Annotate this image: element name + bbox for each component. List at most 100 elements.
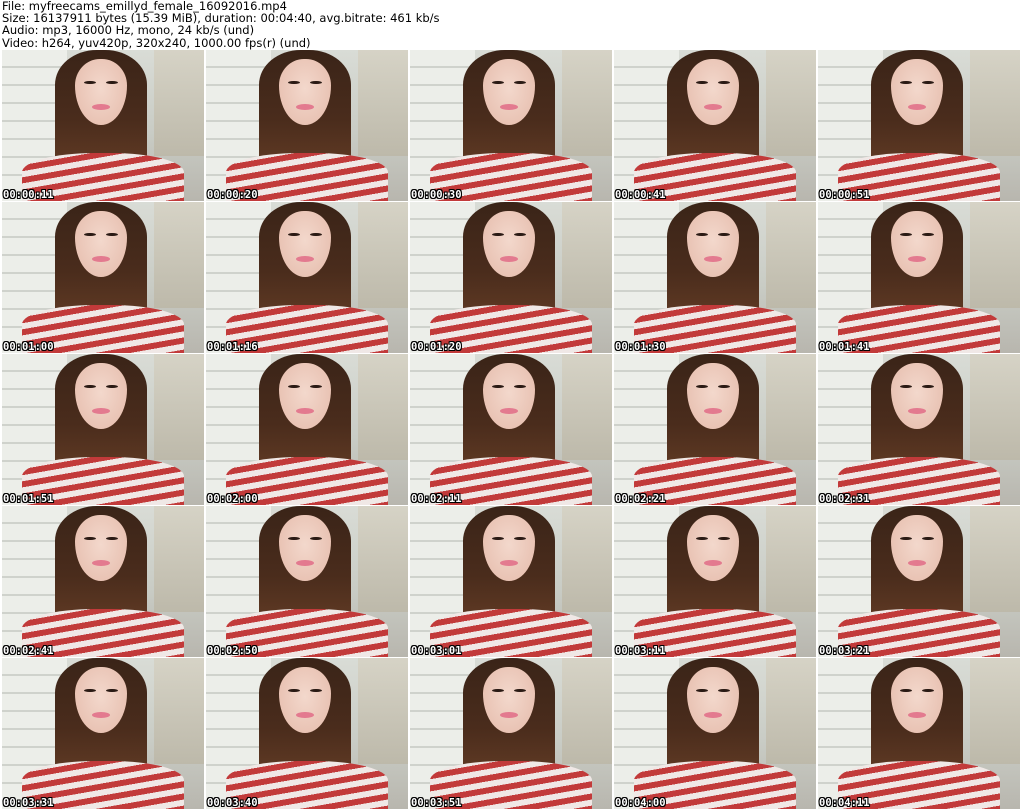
background-wall	[561, 506, 612, 612]
lips	[92, 104, 110, 111]
file-info-header: File: myfreecams_emillyd_female_16092016…	[2, 0, 1022, 50]
eye	[514, 688, 526, 693]
background-wall	[969, 658, 1020, 764]
frame-timestamp: 00:04:11	[819, 797, 870, 809]
background-wall	[969, 506, 1020, 612]
eye	[288, 80, 300, 85]
frame-timestamp: 00:00:30	[411, 189, 462, 201]
video-frame-thumbnail: 00:03:11	[614, 506, 816, 657]
eye	[492, 80, 504, 85]
frame-timestamp: 00:01:30	[615, 341, 666, 353]
eye	[492, 536, 504, 541]
eye	[514, 384, 526, 389]
eye	[288, 232, 300, 237]
frame-timestamp: 00:01:51	[3, 493, 54, 505]
lips	[908, 408, 926, 415]
background-wall	[561, 658, 612, 764]
lips	[704, 712, 722, 719]
background-wall	[969, 202, 1020, 308]
frame-timestamp: 00:00:20	[207, 189, 258, 201]
frame-timestamp: 00:03:21	[819, 645, 870, 657]
eye	[492, 688, 504, 693]
video-frame-thumbnail: 00:02:21	[614, 354, 816, 505]
lips	[908, 560, 926, 567]
video-frame-thumbnail: 00:04:11	[818, 658, 1020, 809]
eye	[84, 384, 96, 389]
video-frame-thumbnail: 00:01:20	[410, 202, 612, 353]
video-frame-thumbnail: 00:02:31	[818, 354, 1020, 505]
frame-timestamp: 00:02:50	[207, 645, 258, 657]
eye	[718, 384, 730, 389]
lips	[908, 712, 926, 719]
frame-timestamp: 00:04:00	[615, 797, 666, 809]
video-frame-thumbnail: 00:01:51	[2, 354, 204, 505]
frame-timestamp: 00:01:41	[819, 341, 870, 353]
video-frame-thumbnail: 00:03:40	[206, 658, 408, 809]
frame-timestamp: 00:00:11	[3, 189, 54, 201]
frame-timestamp: 00:01:20	[411, 341, 462, 353]
eye	[900, 384, 912, 389]
frame-timestamp: 00:02:00	[207, 493, 258, 505]
frame-timestamp: 00:03:01	[411, 645, 462, 657]
background-wall	[357, 354, 408, 460]
background-wall	[357, 202, 408, 308]
eye	[106, 688, 118, 693]
background-wall	[765, 506, 816, 612]
lips	[92, 408, 110, 415]
frame-timestamp: 00:01:16	[207, 341, 258, 353]
lips	[296, 256, 314, 263]
eye	[922, 80, 934, 85]
background-wall	[765, 202, 816, 308]
background-wall	[357, 50, 408, 156]
eye	[84, 80, 96, 85]
lips	[296, 104, 314, 111]
video-frame-thumbnail: 00:01:00	[2, 202, 204, 353]
eye	[696, 688, 708, 693]
eye	[900, 232, 912, 237]
lips	[296, 712, 314, 719]
eye	[696, 232, 708, 237]
video-frame-thumbnail: 00:03:21	[818, 506, 1020, 657]
background-wall	[765, 50, 816, 156]
eye	[696, 384, 708, 389]
lips	[92, 560, 110, 567]
eye	[900, 536, 912, 541]
video-frame-thumbnail: 00:03:01	[410, 506, 612, 657]
background-wall	[969, 354, 1020, 460]
eye	[310, 536, 322, 541]
eye	[718, 688, 730, 693]
frame-timestamp: 00:02:11	[411, 493, 462, 505]
background-wall	[153, 506, 204, 612]
video-frame-thumbnail: 00:00:20	[206, 50, 408, 201]
eye	[84, 232, 96, 237]
eye	[84, 688, 96, 693]
background-wall	[765, 354, 816, 460]
eye	[922, 688, 934, 693]
video-frame-thumbnail: 00:03:31	[2, 658, 204, 809]
lips	[296, 560, 314, 567]
frame-timestamp: 00:03:11	[615, 645, 666, 657]
lips	[500, 408, 518, 415]
frame-timestamp: 00:02:21	[615, 493, 666, 505]
eye	[922, 232, 934, 237]
background-wall	[357, 506, 408, 612]
eye	[696, 536, 708, 541]
frame-timestamp: 00:03:31	[3, 797, 54, 809]
lips	[500, 560, 518, 567]
lips	[500, 256, 518, 263]
background-wall	[561, 202, 612, 308]
eye	[922, 384, 934, 389]
video-frame-thumbnail: 00:02:11	[410, 354, 612, 505]
frame-timestamp: 00:02:41	[3, 645, 54, 657]
frame-timestamp: 00:01:00	[3, 341, 54, 353]
background-wall	[969, 50, 1020, 156]
eye	[84, 536, 96, 541]
lips	[908, 104, 926, 111]
video-frame-thumbnail: 00:00:11	[2, 50, 204, 201]
eye	[106, 232, 118, 237]
frame-timestamp: 00:00:51	[819, 189, 870, 201]
eye	[106, 536, 118, 541]
eye	[106, 80, 118, 85]
frame-timestamp: 00:03:51	[411, 797, 462, 809]
eye	[310, 384, 322, 389]
